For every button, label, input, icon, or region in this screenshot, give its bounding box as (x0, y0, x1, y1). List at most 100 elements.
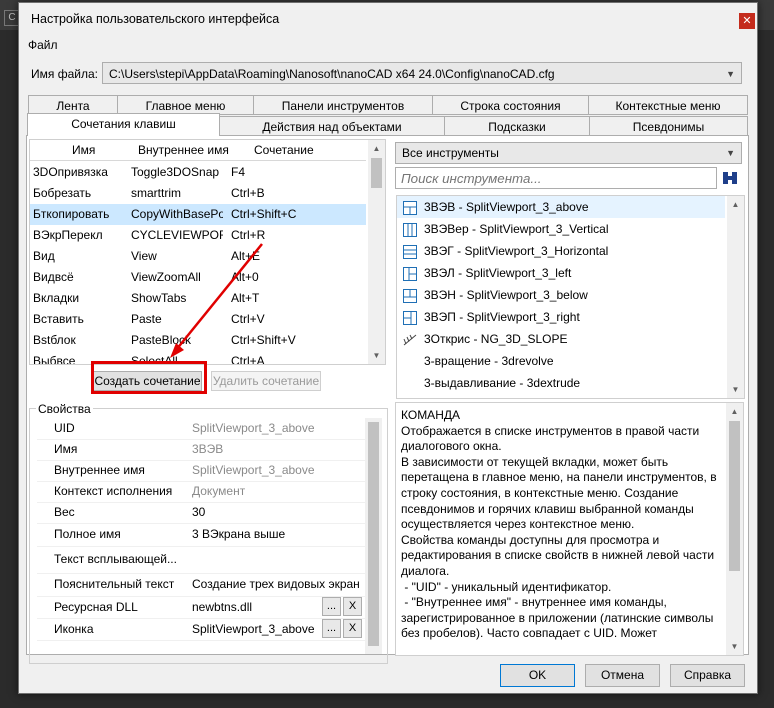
tool-label: 3ВЭЛ - SplitViewport_3_left (424, 266, 572, 280)
browse-button[interactable]: ... (322, 619, 341, 638)
column-header-name[interactable]: Имя (72, 143, 95, 157)
scroll-up-arrow-icon[interactable]: ▲ (368, 144, 385, 153)
property-value[interactable]: SplitViewport_3_above (192, 460, 315, 481)
table-row[interactable]: Бобрезать smarttrim Ctrl+B (30, 183, 366, 204)
cell-internal-name: Paste (131, 312, 162, 326)
property-value[interactable]: 30 (192, 502, 205, 523)
delete-shortcut-button[interactable]: Удалить сочетание (211, 371, 321, 391)
shortcuts-scrollbar[interactable]: ▲ ▼ (368, 140, 385, 364)
cell-name: Вставить (33, 312, 84, 326)
scroll-thumb[interactable] (368, 422, 379, 646)
table-row[interactable]: Вstблок PasteBlock Ctrl+Shift+V (30, 330, 366, 351)
viewport-vertical-icon (403, 222, 417, 237)
tab-status-bar[interactable]: Строка состояния (432, 95, 589, 115)
scroll-down-arrow-icon[interactable]: ▼ (726, 642, 743, 651)
tool-list-item[interactable]: 3Открис - NG_3D_SLOPE (397, 328, 725, 350)
property-value[interactable]: Создание трех видовых экран (192, 573, 360, 596)
table-row[interactable]: Бткопировать CopyWithBasePoint Ctrl+Shift+… (30, 204, 366, 225)
viewport-above-icon (403, 200, 417, 215)
tool-list-item[interactable]: 3ВЭН - SplitViewport_3_below (397, 284, 725, 306)
tab-shortcuts[interactable]: Сочетания клавиш (27, 113, 220, 136)
tool-list-item[interactable]: 3ВЭВ - SplitViewport_3_above (397, 196, 725, 218)
property-row[interactable]: Ресурсная DLL newbtns.dll... X (37, 596, 367, 619)
window-title: Настройка пользовательского интерфейса (31, 12, 280, 26)
cell-internal-name: CYCLEVIEWPORT (131, 228, 223, 242)
property-row[interactable]: UID SplitViewport_3_above (37, 418, 367, 440)
table-row[interactable]: ВЭкрПерекл CYCLEVIEWPORT Ctrl+R (30, 225, 366, 246)
tab-toolbars[interactable]: Панели инструментов (253, 95, 433, 115)
property-row[interactable]: Имя 3ВЭВ (37, 439, 367, 461)
viewport-right-icon (403, 310, 417, 325)
cell-name: Вstблок (33, 333, 76, 347)
tool-filter-combo[interactable]: Все инструменты ▼ (395, 142, 742, 164)
scroll-down-arrow-icon[interactable]: ▼ (727, 385, 744, 394)
tab-main-menu[interactable]: Главное меню (117, 95, 254, 115)
tool-list-item[interactable]: 3ВЭВер - SplitViewport_3_Vertical (397, 218, 725, 240)
description-scrollbar[interactable]: ▲ ▼ (726, 403, 743, 655)
scroll-up-arrow-icon[interactable]: ▲ (726, 407, 743, 416)
table-row[interactable]: Вид View Alt+E (30, 246, 366, 267)
close-button[interactable]: ✕ (739, 13, 755, 29)
property-row[interactable]: Полное имя 3 ВЭкрана выше (37, 523, 367, 547)
help-button[interactable]: Справка (670, 664, 745, 687)
properties-grid: UID SplitViewport_3_above Имя 3ВЭВ Внутренне… (37, 418, 382, 654)
clear-button[interactable]: X (343, 619, 362, 638)
property-value[interactable]: SplitViewport_3_above (192, 418, 315, 439)
table-row[interactable]: Видвсё ViewZoomAll Alt+0 (30, 267, 366, 288)
viewport-horizontal-icon (403, 244, 417, 259)
file-name-label: Имя файла: (31, 67, 98, 81)
tool-list-item[interactable]: 3-выдавливание - 3dextrude (397, 372, 725, 394)
description-text: КОМАНДА Отображается в списке инструмент… (401, 408, 721, 642)
property-row[interactable]: Вес 30 (37, 502, 367, 524)
property-row[interactable]: Текст всплывающей... (37, 546, 367, 574)
scroll-thumb[interactable] (371, 158, 382, 188)
viewport-left-icon (403, 266, 417, 281)
file-name-combo[interactable]: C:\Users\stepi\AppData\Roaming\Nanosoft\… (102, 62, 742, 84)
browse-button[interactable]: ... (322, 597, 341, 616)
tab-object-actions[interactable]: Действия над объектами (219, 116, 445, 136)
tool-list-item[interactable]: 3ВЭГ - SplitViewport_3_Horizontal (397, 240, 725, 262)
cell-internal-name: PasteBlock (131, 333, 192, 347)
scroll-thumb[interactable] (729, 421, 740, 571)
cell-shortcut: Ctrl+A (231, 354, 265, 365)
binoculars-icon[interactable] (719, 167, 741, 189)
property-value[interactable]: 3ВЭВ (192, 439, 223, 460)
property-value[interactable]: SplitViewport_3_above (192, 618, 320, 640)
tool-search-input[interactable] (395, 167, 717, 189)
tool-list-item[interactable]: 3-вращение - 3drevolve (397, 350, 725, 372)
tool-list-item[interactable]: 3ВЭЛ - SplitViewport_3_left (397, 262, 725, 284)
property-row[interactable]: Иконка SplitViewport_3_above... X (37, 618, 367, 641)
property-row[interactable]: Пояснительный текст Создание трех видовых… (37, 573, 367, 597)
tool-list-scrollbar[interactable]: ▲ ▼ (727, 196, 744, 398)
tool-label: 3ВЭП - SplitViewport_3_right (424, 310, 580, 324)
menu-file[interactable]: Файл (28, 38, 58, 52)
property-value[interactable]: 3 ВЭкрана выше (192, 523, 285, 546)
tab-context-menus[interactable]: Контекстные меню (588, 95, 748, 115)
property-key: Внутреннее имя (54, 463, 145, 477)
properties-scrollbar[interactable] (365, 418, 382, 654)
cancel-button[interactable]: Отмена (585, 664, 660, 687)
cell-name: Бткопировать (33, 207, 110, 221)
tab-aliases[interactable]: Псевдонимы (589, 116, 748, 136)
scroll-up-arrow-icon[interactable]: ▲ (727, 200, 744, 209)
tab-ribbon[interactable]: Лента (28, 95, 118, 115)
table-row[interactable]: Вкладки ShowTabs Alt+T (30, 288, 366, 309)
ok-button[interactable]: OK (500, 664, 575, 687)
property-value[interactable]: newbtns.dll (192, 596, 320, 618)
table-header: Имя Внутреннее имя Сочетание (30, 140, 366, 161)
scroll-down-arrow-icon[interactable]: ▼ (368, 351, 385, 360)
property-value[interactable]: Документ (192, 481, 245, 502)
cell-shortcut: Alt+0 (231, 270, 259, 284)
table-row[interactable]: 3DОпривязка Toggle3DOSnap F4 (30, 162, 366, 183)
table-row[interactable]: Вставить Paste Ctrl+V (30, 309, 366, 330)
shortcuts-table: Имя Внутреннее имя Сочетание 3DОпривязка… (29, 139, 386, 365)
cell-name: 3DОпривязка (33, 165, 108, 179)
cell-internal-name: ViewZoomAll (131, 270, 201, 284)
column-header-shortcut[interactable]: Сочетание (254, 143, 314, 157)
clear-button[interactable]: X (343, 597, 362, 616)
property-row[interactable]: Внутреннее имя SplitViewport_3_above (37, 460, 367, 482)
tool-list-item[interactable]: 3ВЭП - SplitViewport_3_right (397, 306, 725, 328)
tab-hints[interactable]: Подсказки (444, 116, 590, 136)
column-header-internal[interactable]: Внутреннее имя (138, 143, 229, 157)
property-row[interactable]: Контекст исполнения Документ (37, 481, 367, 503)
